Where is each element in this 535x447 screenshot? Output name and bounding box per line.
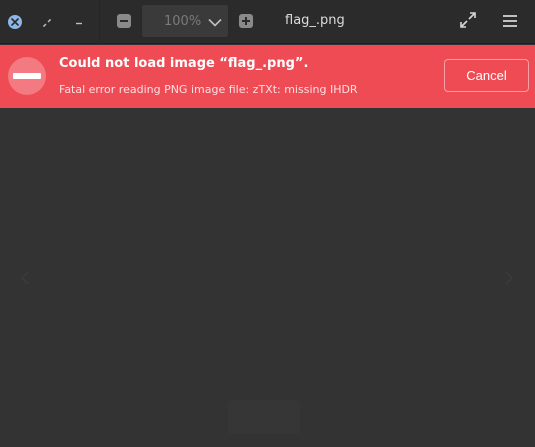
- fullscreen-icon: [459, 11, 477, 33]
- main-menu-button[interactable]: [499, 11, 521, 33]
- error-title: Could not load image “flag_.png”.: [59, 56, 309, 71]
- image-viewport[interactable]: [0, 108, 535, 447]
- fullscreen-button[interactable]: [457, 11, 479, 33]
- chevron-left-icon[interactable]: [18, 270, 34, 286]
- overlay-controls-placeholder: [228, 400, 300, 434]
- zoom-in-button[interactable]: [231, 5, 261, 37]
- error-detail: Fatal error reading PNG image file: zTXt…: [59, 83, 358, 96]
- zoom-level-dropdown[interactable]: 100%: [141, 4, 229, 38]
- cancel-button[interactable]: Cancel: [444, 59, 529, 92]
- image-viewer-window: 100% flag_.png Could not load image “fla…: [0, 0, 535, 447]
- zoom-out-button[interactable]: [109, 5, 139, 37]
- window-minimize-button[interactable]: [68, 11, 90, 33]
- chevron-right-icon[interactable]: [500, 270, 516, 286]
- zoom-level-value: 100%: [164, 13, 202, 29]
- error-banner: Could not load image “flag_.png”. Fatal …: [0, 45, 535, 108]
- hamburger-menu-icon: [502, 13, 518, 32]
- window-restore-button[interactable]: [36, 11, 58, 33]
- minimize-icon: [74, 13, 84, 32]
- chevron-down-icon: [208, 12, 222, 31]
- window-title: flag_.png: [285, 13, 345, 28]
- header-separator: [99, 0, 100, 44]
- restore-icon: [42, 13, 52, 32]
- zoom-out-icon: [117, 14, 131, 28]
- window-close-button[interactable]: [4, 11, 26, 33]
- close-icon: [8, 15, 22, 29]
- zoom-in-icon: [239, 14, 253, 28]
- error-icon-bar: [13, 73, 41, 79]
- error-icon: [8, 57, 46, 95]
- header-bar: 100% flag_.png: [0, 0, 535, 44]
- zoom-controls: 100%: [109, 4, 261, 38]
